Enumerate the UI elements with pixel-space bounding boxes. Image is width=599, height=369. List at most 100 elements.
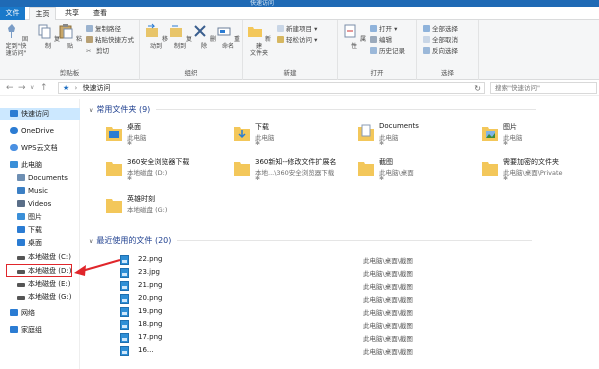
new-folder-button[interactable]: 新建 文件夹 [245,23,273,57]
edit-button[interactable]: 编辑 [370,36,392,45]
open-label: 打开 [379,25,392,33]
sidebar-item-drive-c[interactable]: 本地磁盘 (C:) [17,251,71,263]
folder-tile[interactable]: 截图 此电脑\桌面 ✱ [357,154,477,184]
file-row[interactable]: 17.png 此电脑\桌面\截图 [100,332,500,344]
sidebar-item-this-pc[interactable]: 此电脑 [10,159,42,171]
forward-arrow-icon[interactable]: → [18,82,26,94]
sidebar-item-downloads[interactable]: 下载 [17,224,42,236]
refresh-icon[interactable]: ↻ [474,83,481,94]
select-all-button[interactable]: 全部选择 [423,25,458,34]
tab-home[interactable]: 主页 [29,7,56,21]
sidebar-item-label: 图片 [28,213,42,221]
new-group-label: 新建 [283,69,297,77]
easy-access-label: 轻松访问 [286,36,312,44]
select-none-label: 全部取消 [432,36,458,44]
music-icon [17,187,25,194]
select-all-label: 全部选择 [432,25,458,33]
folder-tile[interactable]: 桌面 此电脑 ✱ [105,119,225,149]
folder-name: 英雄时刻 [127,195,155,203]
drive-icon [17,283,25,287]
folder-tile[interactable]: Documents 此电脑 ✱ [357,119,477,149]
sidebar-item-pictures[interactable]: 图片 [17,211,42,223]
file-row[interactable]: 18.png 此电脑\桌面\截图 [100,319,500,331]
image-file-icon [120,333,129,343]
drive-icon [17,296,25,300]
file-name: 22.png [138,255,163,263]
copy-path-button[interactable]: 复制路径 [86,25,121,34]
paste-shortcut-button[interactable]: 粘贴快捷方式 [86,36,134,45]
recent-files-header[interactable]: ∨ 最近使用的文件 (20) [89,235,533,246]
history-button[interactable]: 历史记录 [370,47,405,56]
sidebar-item-label: 本地磁盘 (C:) [28,253,71,261]
file-row[interactable]: 21.png 此电脑\桌面\截图 [100,280,500,292]
collapse-chevron-icon: ∨ [89,238,94,245]
file-row[interactable]: 16... 此电脑\桌面\截图 [100,345,500,357]
cloud-icon [10,144,18,151]
image-file-icon [120,307,129,317]
file-row[interactable]: 22.png 此电脑\桌面\截图 [100,254,500,266]
sidebar-item-onedrive[interactable]: OneDrive [10,125,54,137]
sidebar-item-drive-e[interactable]: 本地磁盘 (E:) [17,278,70,290]
new-folder-label: 新建 文件夹 [249,36,271,57]
sidebar-item-label: 家庭组 [21,326,42,334]
cut-button[interactable]: ✂ 剪切 [86,47,109,56]
organize-group: 移动到 复制到 删除 重命名 组织 [140,20,243,80]
file-name: 20.png [138,294,163,302]
sidebar-item-drive-g[interactable]: 本地磁盘 (G:) [17,291,71,303]
address-path-box[interactable]: ★ › 快速访问 ↻ [58,82,485,94]
up-arrow-icon[interactable]: ↑ [40,82,48,94]
recent-locations-chevron-icon[interactable]: ∨ [30,82,34,94]
search-placeholder: 搜索"快速访问" [495,84,540,92]
open-button[interactable]: 打开 ▾ [370,25,397,34]
copy-to-icon [170,25,183,37]
search-box[interactable]: 搜索"快速访问" [490,82,597,94]
frequent-folders-header[interactable]: ∨ 常用文件夹 (9) [89,104,537,115]
pin-label: 固定到"快 速访问" [5,36,28,57]
file-row[interactable]: 20.png 此电脑\桌面\截图 [100,293,500,305]
back-arrow-icon[interactable]: ← [6,82,14,94]
folder-tile[interactable]: 英雄时刻 本地磁盘 (G:) [105,191,225,221]
sidebar-item-homegroup[interactable]: 家庭组 [10,324,42,336]
folder-tile[interactable]: 需要加密的文件夹 此电脑\桌面\Private ✱ [481,154,597,184]
tab-file[interactable]: 文件 [0,7,25,20]
folder-tile[interactable]: 360新知--修改文件扩展名 本地...\360安全浏览器下载 ✱ [233,154,353,184]
download-icon [17,226,25,233]
rename-button[interactable]: 重命名 [214,23,242,50]
sidebar-item-desktop[interactable]: 桌面 [17,237,42,249]
pin-to-quick-access-button[interactable]: 固定到"快 速访问" [2,23,30,57]
new-item-button[interactable]: 新建项目 ▾ [277,25,317,34]
tab-view[interactable]: 查看 [90,7,110,20]
sidebar-item-videos[interactable]: Videos [17,198,51,210]
invert-selection-button[interactable]: 反向选择 [423,47,458,56]
file-row[interactable]: 19.png 此电脑\桌面\截图 [100,306,500,318]
select-group-label: 选择 [441,69,454,77]
clipboard-group: 固定到"快 速访问" 复制 粘贴 复制路径 粘贴快捷方式 ✂ 剪切 剪贴板 [0,20,140,80]
organize-group-label: 组织 [184,69,198,77]
open-group-label: 打开 [370,69,384,77]
tab-share[interactable]: 共享 [62,7,82,20]
rename-icon [217,27,231,36]
select-group: 全部选择 全部取消 反向选择 选择 [417,20,479,80]
sidebar-item-documents[interactable]: Documents [17,172,68,184]
select-none-button[interactable]: 全部取消 [423,36,458,45]
file-row[interactable]: 23.jpg 此电脑\桌面\截图 [100,267,500,279]
folder-tile[interactable]: 360安全浏览器下载 本地磁盘 (D:) ✱ [105,154,225,184]
new-item-icon [277,25,284,32]
new-item-label: 新建项目 [286,25,312,33]
folder-tile[interactable]: 图片 此电脑 ✱ [481,119,591,149]
image-file-icon [120,294,129,304]
image-file-icon [120,346,129,356]
sidebar-item-network[interactable]: 网络 [10,307,35,319]
sidebar-item-wps-cloud[interactable]: WPS云文档 [10,142,58,154]
paste-button[interactable]: 粘贴 [56,23,84,50]
recent-files-title: 最近使用的文件 (20) [96,236,172,245]
properties-button[interactable]: 属性 [340,23,368,50]
folder-tile[interactable]: 下载 此电脑 ✱ [233,119,353,149]
folder-name: Documents [379,122,419,130]
sidebar-item-quick-access[interactable]: 快速访问 [0,108,80,120]
easy-access-button[interactable]: 轻松访问 ▾ [277,36,317,45]
folder-location: 本地磁盘 (D:) [127,169,168,177]
sidebar-item-music[interactable]: Music [17,185,48,197]
sidebar-item-label: Documents [28,174,68,182]
edit-label: 编辑 [379,36,392,44]
